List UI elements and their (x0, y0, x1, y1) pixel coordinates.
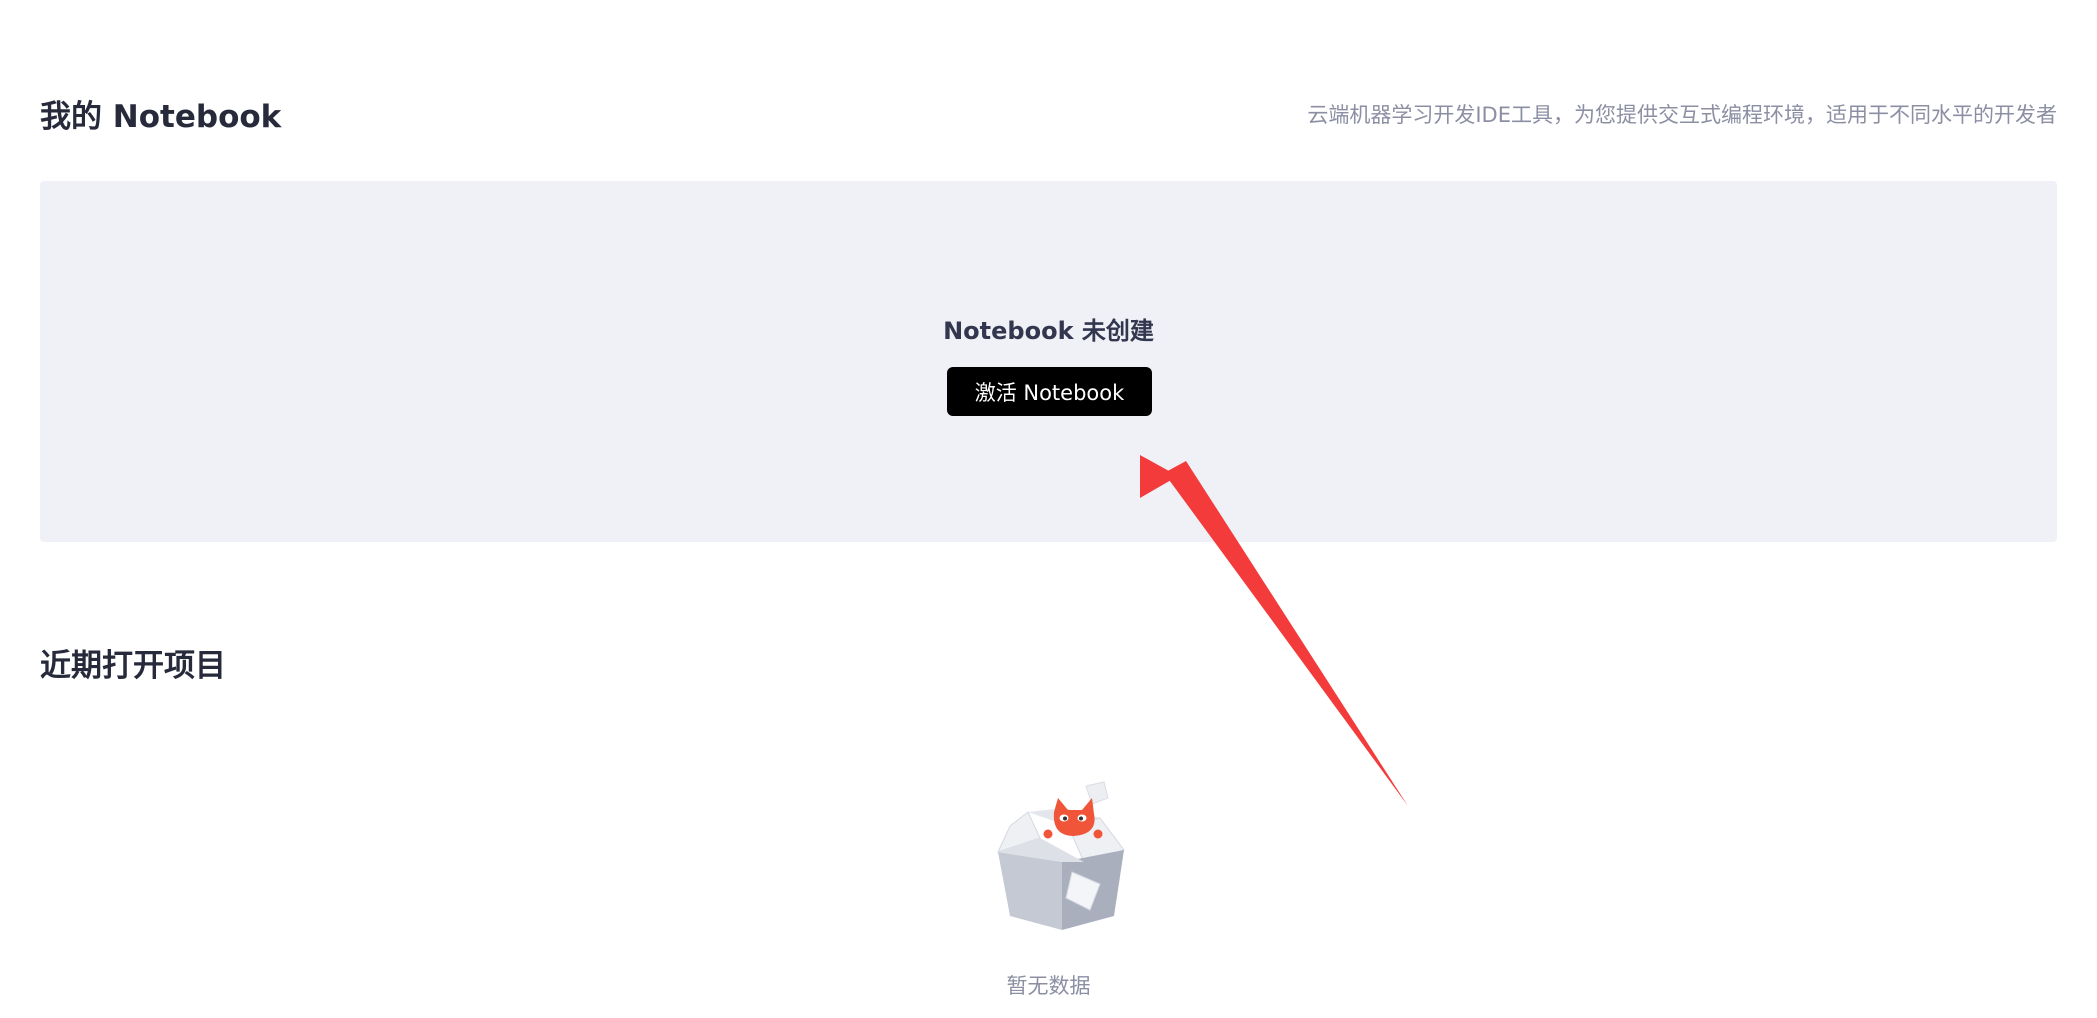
notebook-status-text: Notebook 未创建 (943, 317, 1154, 345)
notebook-page: 我的 Notebook 云端机器学习开发IDE工具，为您提供交互式编程环境，适用… (0, 0, 2097, 1018)
header: 我的 Notebook 云端机器学习开发IDE工具，为您提供交互式编程环境，适用… (40, 88, 2057, 138)
recent-projects-title: 近期打开项目 (40, 648, 226, 684)
empty-data-text: 暂无数据 (1006, 974, 1091, 998)
notebook-panel: Notebook 未创建 激活 Notebook (40, 181, 2057, 542)
page-title: 我的 Notebook (40, 99, 282, 135)
empty-box-cat-icon (960, 780, 1140, 940)
page-subtitle: 云端机器学习开发IDE工具，为您提供交互式编程环境，适用于不同水平的开发者 (1307, 103, 2057, 127)
activate-notebook-button[interactable]: 激活 Notebook (947, 367, 1152, 416)
